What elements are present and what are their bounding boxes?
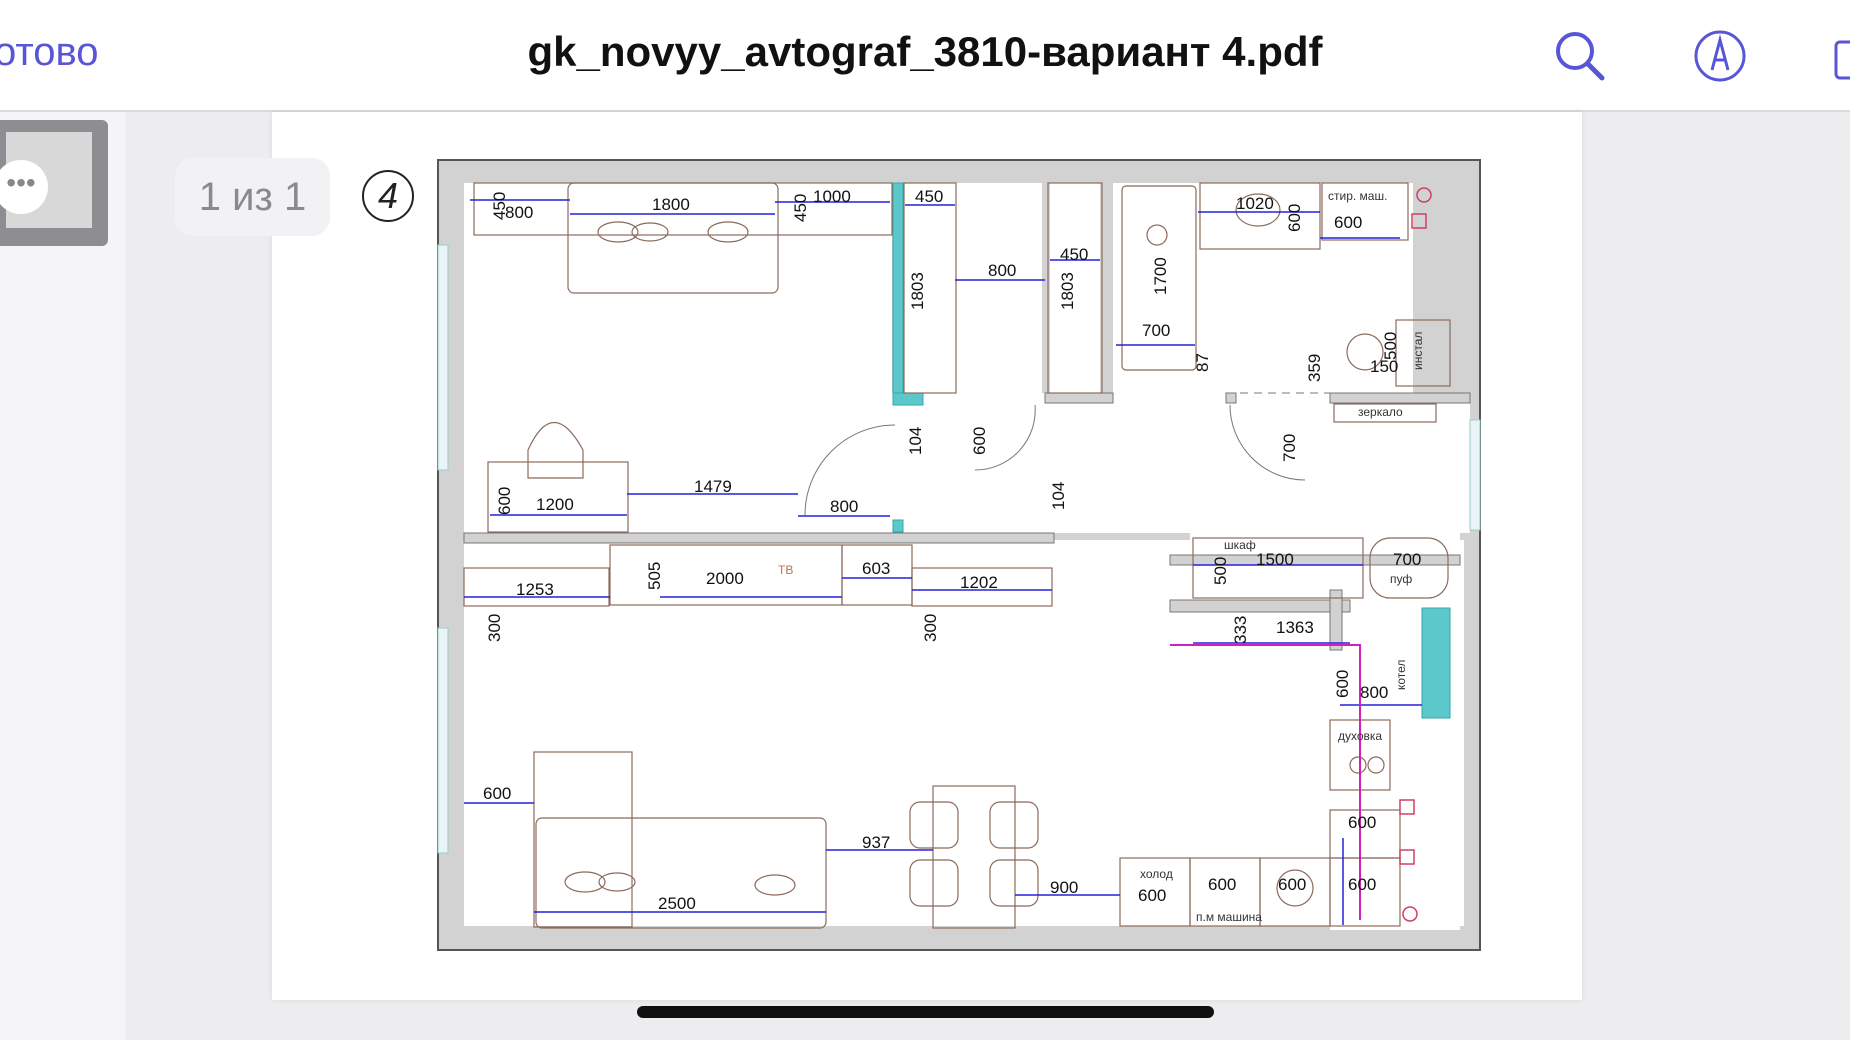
dim: 1363 bbox=[1276, 618, 1314, 637]
label-dishwasher: п.м машина bbox=[1196, 910, 1262, 924]
dim: 700 bbox=[1280, 434, 1299, 462]
dim: 600 bbox=[1333, 670, 1352, 698]
label-boiler: котел bbox=[1394, 660, 1408, 690]
dim: 1000 bbox=[813, 187, 851, 206]
dim: 300 bbox=[485, 614, 504, 642]
dim: 1020 bbox=[1236, 194, 1274, 213]
label-washer: стир. маш. bbox=[1328, 189, 1387, 203]
dim: 700 bbox=[1393, 550, 1421, 569]
label-tv: ТВ bbox=[778, 563, 793, 577]
dim: 800 bbox=[505, 203, 533, 222]
dim: 87 bbox=[1193, 353, 1212, 372]
dim: 800 bbox=[988, 261, 1016, 280]
dim: 1479 bbox=[694, 477, 732, 496]
dim: 937 bbox=[862, 833, 890, 852]
dim: 600 bbox=[1285, 204, 1304, 232]
dim: 1200 bbox=[536, 495, 574, 514]
label-pouf: пуф bbox=[1390, 572, 1412, 586]
dim: 603 bbox=[862, 559, 890, 578]
dim: 450 bbox=[791, 194, 810, 222]
dim: 104 bbox=[906, 427, 925, 455]
dim: 600 bbox=[1348, 813, 1376, 832]
dim: 600 bbox=[1348, 875, 1376, 894]
dim: 359 bbox=[1305, 354, 1324, 382]
label-oven: духовка bbox=[1338, 729, 1382, 743]
dim: 450 bbox=[915, 187, 943, 206]
dim: 1202 bbox=[960, 573, 998, 592]
dim: 505 bbox=[645, 562, 664, 590]
dim: 600 bbox=[1138, 886, 1166, 905]
label-fridge: холод bbox=[1140, 867, 1173, 881]
label-install: инстал bbox=[1411, 332, 1425, 370]
dim: 300 bbox=[921, 614, 940, 642]
dim: 333 bbox=[1231, 616, 1250, 644]
dim: 600 bbox=[1334, 213, 1362, 232]
dim: 700 bbox=[1142, 321, 1170, 340]
dim: 1800 bbox=[652, 195, 690, 214]
dim: 1500 bbox=[1256, 550, 1294, 569]
dim: 600 bbox=[483, 784, 511, 803]
dim: 600 bbox=[1208, 875, 1236, 894]
dim: 2000 bbox=[706, 569, 744, 588]
dim: 900 bbox=[1050, 878, 1078, 897]
dim: 600 bbox=[1278, 875, 1306, 894]
home-indicator[interactable] bbox=[637, 1006, 1214, 1018]
dim: 1700 bbox=[1151, 257, 1170, 295]
label-mirror: зеркало bbox=[1358, 405, 1403, 419]
dim: 104 bbox=[1049, 482, 1068, 510]
dim: 450 bbox=[1060, 245, 1088, 264]
dim: 800 bbox=[830, 497, 858, 516]
dim: 600 bbox=[495, 487, 514, 515]
dim: 1253 bbox=[516, 580, 554, 599]
label-wardrobe: шкаф bbox=[1224, 538, 1256, 552]
dim: 500 bbox=[1381, 332, 1400, 360]
dim: 150 bbox=[1370, 357, 1398, 376]
dim: 1803 bbox=[908, 272, 927, 310]
floor-plan: 450 800 1800 450 1000 450 1803 800 450 1… bbox=[437, 159, 1481, 951]
dim: 2500 bbox=[658, 894, 696, 913]
dim: 800 bbox=[1360, 683, 1388, 702]
dim: 1803 bbox=[1058, 272, 1077, 310]
dim: 500 bbox=[1211, 557, 1230, 585]
dim: 600 bbox=[970, 427, 989, 455]
